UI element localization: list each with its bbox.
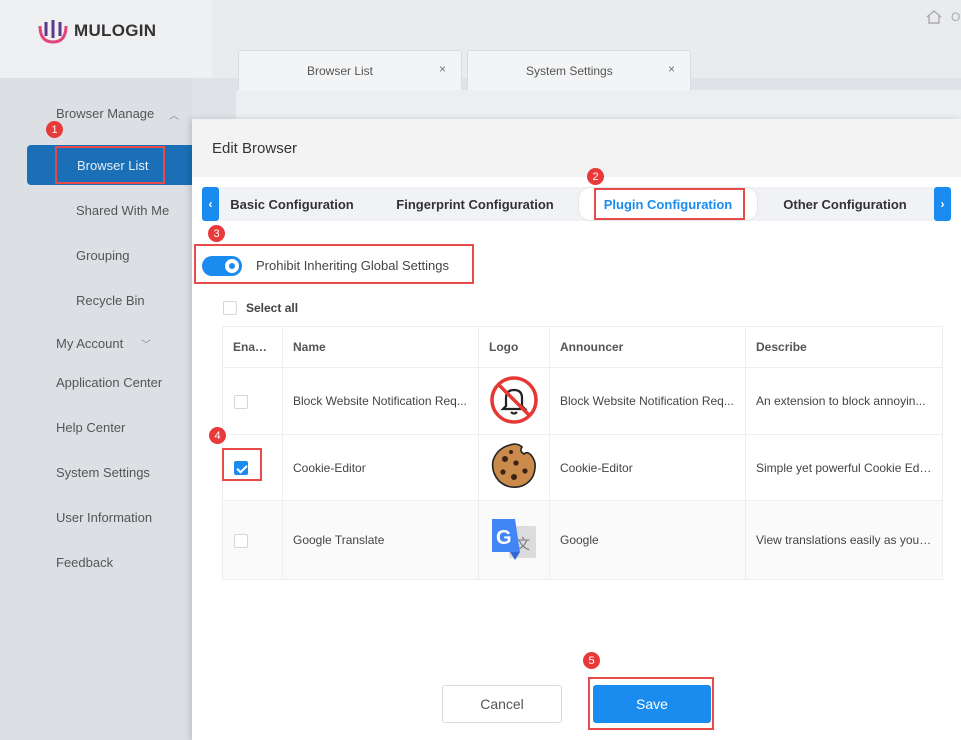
enable-cell bbox=[222, 500, 283, 580]
logo-cell bbox=[478, 367, 550, 435]
modal-title: Edit Browser bbox=[212, 140, 298, 157]
tab-plugin-configuration[interactable]: Plugin Configuration bbox=[578, 187, 758, 221]
prohibit-inheriting-toggle[interactable] bbox=[202, 256, 242, 276]
tab-browser-list-label: Browser List bbox=[307, 64, 374, 78]
tab-system-settings[interactable]: System Settings × bbox=[467, 50, 691, 90]
tab-browser-list[interactable]: Browser List × bbox=[238, 50, 462, 90]
table-row: Block Website Notification Req... Block … bbox=[222, 367, 943, 435]
cancel-button[interactable]: Cancel bbox=[442, 685, 562, 723]
table-row: Cookie-Editor Cookie-Editor Simple yet p… bbox=[222, 434, 943, 501]
bell-blocked-icon bbox=[490, 375, 538, 424]
content-area bbox=[236, 90, 961, 120]
tab-system-settings-label: System Settings bbox=[526, 64, 613, 78]
annotation-badge-2: 2 bbox=[587, 168, 604, 185]
enable-checkbox-google-translate[interactable] bbox=[234, 534, 248, 548]
plugin-name: Cookie-Editor bbox=[282, 434, 479, 501]
sidebar-item-help-center[interactable]: Help Center bbox=[56, 420, 125, 435]
sidebar-item-browser-manage[interactable]: Browser Manage bbox=[56, 106, 154, 121]
tab-browser-list-close-icon[interactable]: × bbox=[439, 62, 446, 76]
plugin-announcer: Cookie-Editor bbox=[549, 434, 746, 501]
toggle-knob bbox=[225, 259, 239, 273]
table-row: Google Translate 文 G Google View transla… bbox=[222, 500, 943, 580]
plugin-name: Block Website Notification Req... bbox=[282, 367, 479, 435]
logo-area: MULOGIN bbox=[0, 0, 212, 78]
enable-cell bbox=[222, 367, 283, 435]
tab-basic-configuration[interactable]: Basic Configuration bbox=[224, 187, 360, 221]
chevron-down-icon: ﹀ bbox=[141, 340, 151, 351]
tab-system-settings-close-icon[interactable]: × bbox=[668, 62, 675, 76]
tab-fingerprint-configuration[interactable]: Fingerprint Configuration bbox=[382, 187, 568, 221]
logo-cell: 文 G bbox=[478, 500, 550, 580]
plugin-describe: Simple yet powerful Cookie Edi... bbox=[745, 434, 943, 501]
tabs-next-arrow-icon[interactable]: › bbox=[934, 187, 951, 221]
plugin-announcer: Google bbox=[549, 500, 746, 580]
annotation-badge-5: 5 bbox=[583, 652, 600, 669]
plugin-announcer: Block Website Notification Req... bbox=[549, 367, 746, 435]
svg-text:G: G bbox=[496, 527, 512, 549]
sidebar-item-recycle-bin[interactable]: Recycle Bin bbox=[76, 293, 145, 308]
column-header-announcer: Announcer bbox=[549, 326, 746, 368]
mulogin-logo-icon bbox=[38, 20, 68, 44]
plugin-describe: An extension to block annoyin... bbox=[745, 367, 943, 435]
table-header-row: Enable Name Logo Announcer Describe bbox=[222, 326, 943, 368]
select-all-label: Select all bbox=[246, 301, 299, 315]
enable-checkbox-cookie-editor[interactable] bbox=[234, 461, 248, 475]
column-header-enable: Enable bbox=[222, 326, 283, 368]
logo-cell bbox=[478, 434, 550, 501]
modal-header: Edit Browser bbox=[192, 119, 961, 177]
home-icon[interactable] bbox=[925, 8, 943, 26]
home-text: O bbox=[951, 10, 961, 24]
prohibit-inheriting-label: Prohibit Inheriting Global Settings bbox=[256, 258, 449, 273]
enable-cell bbox=[222, 434, 283, 501]
config-tabbar: ‹ Basic Configuration Fingerprint Config… bbox=[202, 187, 951, 221]
column-header-name: Name bbox=[282, 326, 479, 368]
sidebar-item-feedback[interactable]: Feedback bbox=[56, 555, 113, 570]
google-translate-icon: 文 G bbox=[492, 518, 536, 560]
select-all-checkbox[interactable] bbox=[223, 301, 237, 315]
plugin-name: Google Translate bbox=[282, 500, 479, 580]
sidebar-item-user-information[interactable]: User Information bbox=[56, 510, 152, 525]
annotation-badge-1: 1 bbox=[46, 121, 63, 138]
sidebar-item-application-center[interactable]: Application Center bbox=[56, 375, 162, 390]
sidebar-item-shared-with-me[interactable]: Shared With Me bbox=[76, 203, 169, 218]
plugin-table: Enable Name Logo Announcer Describe Bloc… bbox=[222, 326, 943, 580]
edit-browser-modal: Edit Browser ‹ Basic Configuration Finge… bbox=[192, 119, 961, 740]
logo-text: MULOGIN bbox=[74, 21, 157, 40]
save-button[interactable]: Save bbox=[593, 685, 711, 723]
tab-other-configuration[interactable]: Other Configuration bbox=[772, 187, 918, 221]
sidebar-item-my-account[interactable]: My Account bbox=[56, 336, 123, 351]
chevron-up-icon: ︿ bbox=[169, 111, 179, 122]
column-header-describe: Describe bbox=[745, 326, 943, 368]
sidebar-item-system-settings[interactable]: System Settings bbox=[56, 465, 150, 480]
annotation-badge-3: 3 bbox=[208, 225, 225, 242]
tabs-prev-arrow-icon[interactable]: ‹ bbox=[202, 187, 219, 221]
enable-checkbox-block-notification[interactable] bbox=[234, 395, 248, 409]
app-logo: MULOGIN bbox=[36, 16, 156, 46]
plugin-describe: View translations easily as you ... bbox=[745, 500, 943, 580]
sidebar-item-grouping[interactable]: Grouping bbox=[76, 248, 129, 263]
cookie-icon bbox=[491, 443, 536, 488]
annotation-badge-4: 4 bbox=[209, 427, 226, 444]
sidebar-item-browser-list-label: Browser List bbox=[77, 158, 149, 173]
column-header-logo: Logo bbox=[478, 326, 550, 368]
